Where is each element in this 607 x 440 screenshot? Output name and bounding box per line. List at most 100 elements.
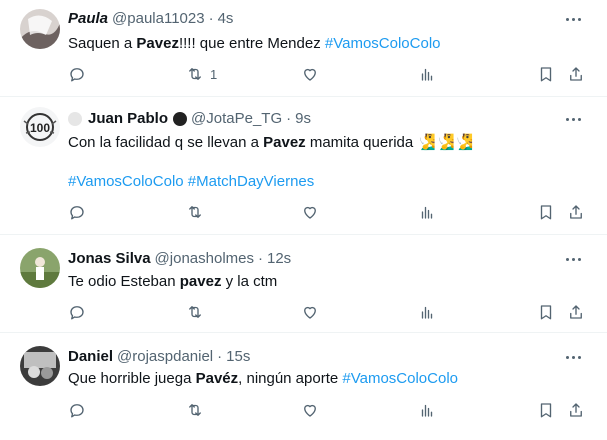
user-handle[interactable]: @JotaPe_TG xyxy=(191,110,282,127)
timeline-feed: Paula @paula11023 · 4s Saquen a Pavez!!!… xyxy=(0,0,607,440)
hashtag-link[interactable]: #VamosColoColo xyxy=(342,370,458,387)
bookmark-icon xyxy=(540,305,552,320)
timestamp[interactable]: 15s xyxy=(226,348,250,365)
share-button[interactable] xyxy=(567,401,585,419)
bookmark-button[interactable] xyxy=(537,65,555,83)
retweet-icon xyxy=(189,306,201,318)
tweet-text: Que horrible juega Pavéz, ningún aporte … xyxy=(68,370,458,387)
tweet[interactable]: 100 Juan Pablo @JotaPe_TG · 9s Con la fa… xyxy=(0,97,607,235)
display-name[interactable]: Juan Pablo xyxy=(88,110,168,127)
reply-button[interactable] xyxy=(68,401,86,419)
tweet-header: Juan Pablo @JotaPe_TG · 9s xyxy=(68,110,311,127)
retweet-button[interactable] xyxy=(186,401,204,419)
like-button[interactable] xyxy=(301,203,319,221)
share-button[interactable] xyxy=(567,203,585,221)
avatar[interactable]: 100 xyxy=(20,107,60,147)
like-button[interactable] xyxy=(301,303,319,321)
retweet-button[interactable]: 1 xyxy=(186,65,217,83)
share-button[interactable] xyxy=(567,65,585,83)
separator-dot: · xyxy=(217,348,223,365)
like-icon xyxy=(304,206,316,219)
timestamp[interactable]: 9s xyxy=(295,110,311,127)
tweet-text: Con la facilidad q se llevan a Pavez mam… xyxy=(68,133,473,151)
action-bar xyxy=(60,401,595,421)
more-icon[interactable] xyxy=(566,118,581,121)
emoji-deaf-person: 🧏‍♂️🧏‍♂️🧏‍♂️ xyxy=(417,134,474,151)
bookmark-icon xyxy=(540,205,552,220)
tweet-hashtags: #VamosColoColo #MatchDayViernes xyxy=(68,173,314,190)
bookmark-icon xyxy=(540,67,552,82)
retweet-icon xyxy=(189,206,201,218)
tweet-header: Jonas Silva @jonasholmes · 12s xyxy=(68,250,291,267)
like-button[interactable] xyxy=(301,401,319,419)
views-button[interactable] xyxy=(418,303,436,321)
action-bar xyxy=(60,303,595,323)
text-segment: Que horrible juega xyxy=(68,370,196,387)
reply-button[interactable] xyxy=(68,65,86,83)
retweet-count: 1 xyxy=(210,66,218,82)
retweet-icon xyxy=(189,404,201,416)
views-button[interactable] xyxy=(418,203,436,221)
share-button[interactable] xyxy=(567,303,585,321)
timestamp[interactable]: 4s xyxy=(218,10,234,27)
text-highlight: Pavez xyxy=(263,134,306,151)
tweet-header: Daniel @rojaspdaniel · 15s xyxy=(68,348,250,365)
views-icon xyxy=(421,306,433,319)
views-icon xyxy=(421,404,433,417)
avatar-image xyxy=(20,9,60,49)
user-handle[interactable]: @jonasholmes xyxy=(155,250,254,267)
reply-button[interactable] xyxy=(68,203,86,221)
retweet-button[interactable] xyxy=(186,203,204,221)
more-icon[interactable] xyxy=(566,258,581,261)
timestamp[interactable]: 12s xyxy=(267,250,291,267)
views-button[interactable] xyxy=(418,65,436,83)
bookmark-button[interactable] xyxy=(537,303,555,321)
more-icon[interactable] xyxy=(566,18,581,21)
display-name[interactable]: Daniel xyxy=(68,348,113,365)
like-icon xyxy=(304,404,316,417)
user-handle[interactable]: @paula11023 xyxy=(112,10,205,27)
hashtag-link[interactable]: #VamosColoColo xyxy=(325,35,441,52)
bookmark-icon xyxy=(540,403,552,418)
action-bar: 1 xyxy=(60,65,595,85)
hashtag-link[interactable]: #MatchDayViernes xyxy=(188,173,314,190)
more-icon[interactable] xyxy=(566,356,581,359)
bookmark-button[interactable] xyxy=(537,401,555,419)
views-icon xyxy=(421,68,433,81)
text-segment: Con la facilidad q se llevan a xyxy=(68,134,264,151)
tweet[interactable]: Jonas Silva @jonasholmes · 12s Te odio E… xyxy=(0,235,607,333)
separator-dot: · xyxy=(208,10,214,27)
hashtag-link[interactable]: #VamosColoColo xyxy=(68,173,184,190)
separator-dot: · xyxy=(258,250,263,267)
tweet[interactable]: Daniel @rojaspdaniel · 15s Que horrible … xyxy=(0,333,607,440)
display-name[interactable]: Paula xyxy=(68,10,108,27)
tweet-text: Saquen a Pavez!!!! que entre Mendez #Vam… xyxy=(68,35,441,52)
views-icon xyxy=(421,206,433,219)
text-segment: , ningún aporte xyxy=(238,370,343,387)
avatar-image: 100 xyxy=(20,107,60,147)
action-bar xyxy=(60,203,595,223)
views-button[interactable] xyxy=(418,401,436,419)
retweet-button[interactable] xyxy=(186,303,204,321)
text-segment: y la ctm xyxy=(221,273,278,290)
avatar[interactable] xyxy=(20,346,60,386)
share-icon xyxy=(570,403,582,417)
display-name[interactable]: Jonas Silva xyxy=(68,250,151,267)
avatar[interactable] xyxy=(20,248,60,288)
avatar[interactable] xyxy=(20,9,60,49)
svg-text:100: 100 xyxy=(30,121,50,135)
reply-button[interactable] xyxy=(68,303,86,321)
like-button[interactable] xyxy=(301,65,319,83)
tweet-text: Te odio Esteban pavez y la ctm xyxy=(68,273,277,290)
text-segment: mamita querida xyxy=(305,134,418,151)
reply-icon xyxy=(70,404,84,418)
black-circle-icon xyxy=(173,111,188,126)
tweet-header: Paula @paula11023 · 4s xyxy=(68,10,233,27)
tweet[interactable]: Paula @paula11023 · 4s Saquen a Pavez!!!… xyxy=(0,0,607,97)
bookmark-button[interactable] xyxy=(537,203,555,221)
user-handle[interactable]: @rojaspdaniel xyxy=(117,348,213,365)
reply-icon xyxy=(70,68,84,82)
text-highlight: pavez xyxy=(179,273,222,290)
reply-icon xyxy=(70,306,84,320)
verified-circle-icon xyxy=(68,111,82,126)
